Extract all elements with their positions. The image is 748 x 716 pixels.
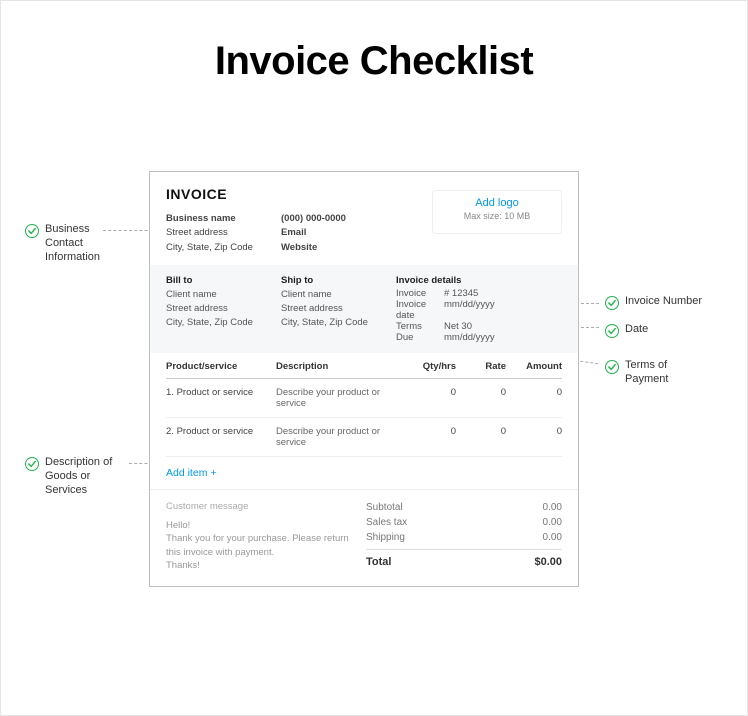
check-icon [25,457,39,471]
logo-box[interactable]: Add logo Max size: 10 MB [432,190,562,234]
row-product: Product or service [177,387,254,398]
annot-description-label: Description of Goods or Services [45,456,112,497]
business-city: City, State, Zip Code [166,241,281,255]
check-icon [605,296,619,310]
invdate-value: mm/dd/yyyy [444,299,495,321]
subtotal-label: Subtotal [366,502,403,513]
msg-title: Customer message [166,500,366,513]
details-header: Invoice details [396,275,562,286]
line-items: Product/service Description Qty/hrs Rate… [150,353,578,457]
page-title: Invoice Checklist [1,39,747,84]
customer-message: Customer message Hello! Thank you for yo… [166,500,366,572]
invoice-header: INVOICE Business name Street address Cit… [150,172,578,265]
row-num: 1. [166,387,174,398]
add-item-link[interactable]: Add item + [150,457,578,490]
table-row: 2. Product or service Describe your prod… [166,418,562,457]
shipto-city: City, State, Zip Code [281,316,396,330]
line-items-header: Product/service Description Qty/hrs Rate… [166,353,562,379]
row-desc: Describe your product or service [276,387,406,409]
subtotal-value: 0.00 [543,502,562,513]
annot-invoice-number-label: Invoice Number [625,295,702,309]
annot-business-label: Business Contact Information [45,223,100,264]
billto-city: City, State, Zip Code [166,316,281,330]
business-website: Website [281,241,391,255]
col-amount: Amount [506,361,562,372]
check-icon [605,324,619,338]
row-rate: 0 [456,387,506,409]
col-product: Product/service [166,361,276,372]
invoice-card: INVOICE Business name Street address Cit… [149,171,579,587]
max-size-label: Max size: 10 MB [433,211,561,221]
row-qty: 0 [406,426,456,448]
due-label: Due [396,332,444,343]
total-label: Total [366,556,391,568]
col-rate: Rate [456,361,506,372]
terms-label: Terms [396,321,444,332]
annot-description: Description of Goods or Services [25,456,135,497]
check-icon [25,224,39,238]
billto-client: Client name [166,288,281,302]
billto-street: Street address [166,302,281,316]
total-value: $0.00 [534,556,562,568]
shipto-street: Street address [281,302,396,316]
business-street: Street address [166,226,281,240]
row-num: 2. [166,426,174,437]
terms-value: Net 30 [444,321,472,332]
invdate-label: Invoice date [396,299,444,321]
add-logo-link[interactable]: Add logo [433,197,561,209]
business-email: Email [281,226,391,240]
annot-date-label: Date [625,323,648,337]
shipping-value: 0.00 [543,532,562,543]
col-description: Description [276,361,406,372]
business-name: Business name [166,212,281,226]
row-qty: 0 [406,387,456,409]
business-phone: (000) 000-0000 [281,212,391,226]
row-amount: 0 [506,426,562,448]
row-desc: Describe your product or service [276,426,406,448]
totals: Subtotal0.00 Sales tax0.00 Shipping0.00 … [366,500,562,572]
due-value: mm/dd/yyyy [444,332,495,343]
tax-value: 0.00 [543,517,562,528]
billto-header: Bill to [166,275,281,286]
check-icon [605,360,619,374]
col-qty: Qty/hrs [406,361,456,372]
shipto-header: Ship to [281,275,396,286]
row-amount: 0 [506,387,562,409]
msg-body: Hello! Thank you for your purchase. Plea… [166,519,366,572]
annot-invoice-number: Invoice Number [605,295,702,310]
shipping-label: Shipping [366,532,405,543]
shipto-client: Client name [281,288,396,302]
annot-terms: Terms of Payment [605,359,668,387]
tax-label: Sales tax [366,517,407,528]
table-row: 1. Product or service Describe your prod… [166,379,562,418]
annot-terms-label: Terms of Payment [625,359,668,387]
annot-date: Date [605,323,648,338]
invoice-value: # 12345 [444,288,478,299]
totals-area: Customer message Hello! Thank you for yo… [150,490,578,586]
row-product: Product or service [177,426,254,437]
row-rate: 0 [456,426,506,448]
details-band: Bill to Client name Street address City,… [150,265,578,353]
invoice-label: Invoice [396,288,444,299]
